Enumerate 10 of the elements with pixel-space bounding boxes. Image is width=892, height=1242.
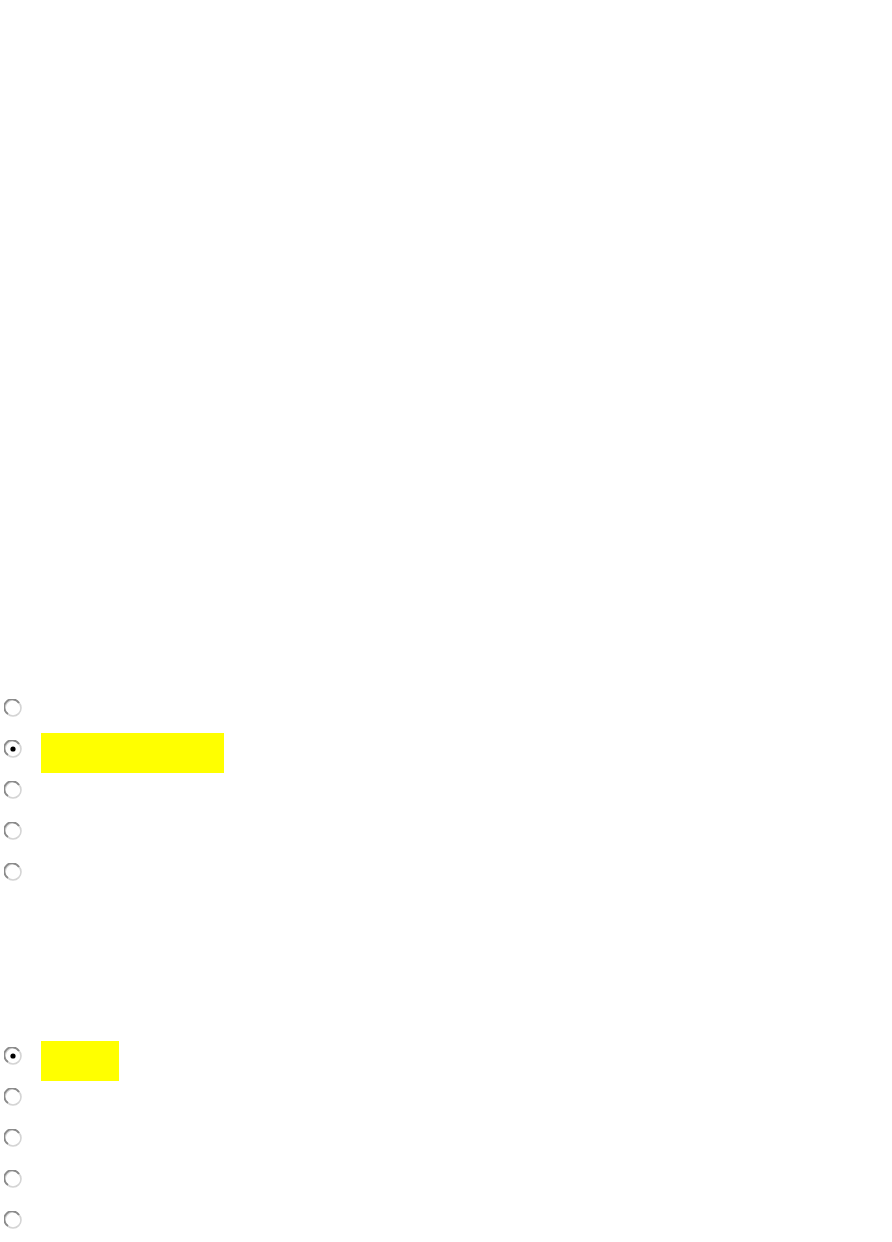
radio-button[interactable] xyxy=(4,1047,22,1065)
radio-button[interactable] xyxy=(4,781,22,799)
radio-button[interactable] xyxy=(4,822,22,840)
radio-button[interactable] xyxy=(4,1129,22,1147)
radio-button[interactable] xyxy=(4,1170,22,1188)
radio-button[interactable] xyxy=(4,1088,22,1106)
radio-button[interactable] xyxy=(4,699,22,717)
radio-button[interactable] xyxy=(4,740,22,758)
radio-button[interactable] xyxy=(4,863,22,881)
radio-button[interactable] xyxy=(4,1211,22,1229)
